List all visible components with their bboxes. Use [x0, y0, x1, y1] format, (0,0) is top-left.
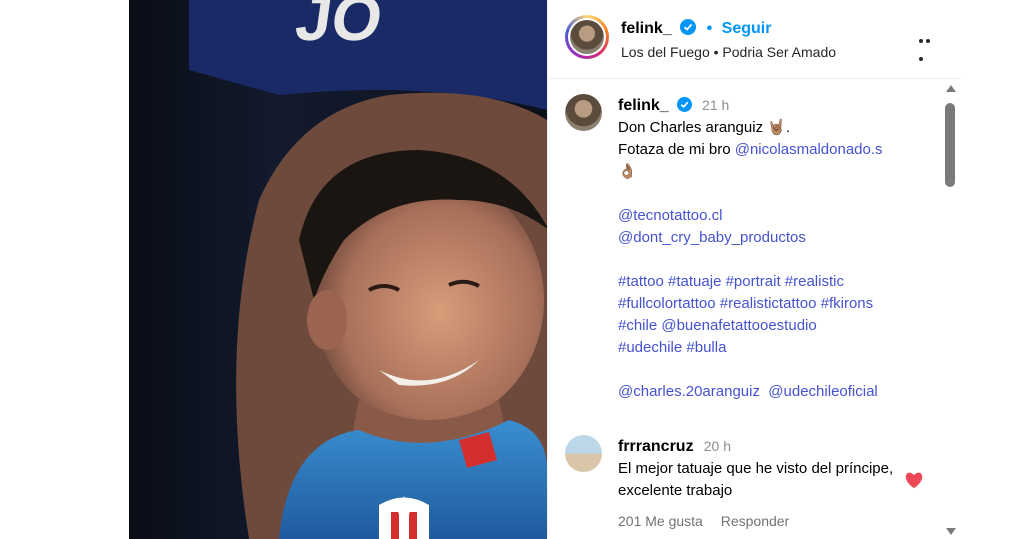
comments-scrollbar[interactable] [938, 80, 960, 539]
scroll-thumb[interactable] [945, 103, 955, 187]
caption-line-1: Don Charles aranguiz 🤘🏽. [618, 119, 791, 136]
tattoo-photo: JO [189, 0, 547, 539]
comment-username[interactable]: frrrancruz [618, 438, 694, 455]
caption-username[interactable]: felink_ [618, 97, 669, 114]
hashtag-line[interactable]: #tattoo #tatuaje #portrait #realistic [618, 271, 938, 293]
mention-link[interactable]: @nicolasmaldonado.s [735, 141, 883, 158]
scroll-down-arrow-icon[interactable] [946, 528, 956, 535]
mention-link[interactable]: @dont_cry_baby_productos [618, 227, 938, 249]
post-details-panel: felink_ • Seguir Los del Fuego • Podria … [547, 0, 961, 539]
verified-badge-icon [680, 19, 697, 35]
hashtag-line[interactable]: #chile @buenafetattooestudio [618, 315, 938, 337]
more-options-icon[interactable] [919, 30, 939, 61]
mention-link[interactable]: @tecnotattoo.cl [618, 205, 938, 227]
post-media[interactable]: JO [129, 0, 547, 539]
scroll-up-arrow-icon[interactable] [946, 85, 956, 92]
audio-track[interactable]: Los del Fuego • Podria Ser Amado [621, 44, 836, 60]
comment-avatar[interactable] [565, 435, 602, 472]
follow-button[interactable]: Seguir [722, 20, 772, 37]
heart-icon[interactable] [904, 471, 924, 489]
caption-line-2: Fotaza de mi bro [618, 141, 735, 158]
reply-button[interactable]: Responder [721, 513, 790, 529]
separator-dot: • [706, 20, 713, 37]
mention-line[interactable]: @charles.20aranguiz @udechileoficial [618, 381, 938, 403]
verified-badge-icon [676, 97, 692, 112]
author-avatar[interactable] [565, 15, 609, 59]
comment-time[interactable]: 20 h [704, 438, 731, 454]
comment-likes[interactable]: 201 Me gusta [618, 513, 703, 529]
hashtag-line[interactable]: #fullcolortattoo #realistictattoo #fkiro… [618, 293, 938, 315]
author-username[interactable]: felink_ [621, 20, 672, 37]
hashtag-line[interactable]: #udechile #bulla [618, 337, 938, 359]
svg-text:JO: JO [291, 0, 386, 54]
comment-text: El mejor tatuaje que he visto del prínci… [618, 460, 894, 499]
post-header: felink_ • Seguir Los del Fuego • Podria … [548, 0, 961, 79]
comments-section[interactable]: felink_ 21 h Don Charles aranguiz 🤘🏽. Fo… [548, 79, 961, 539]
caption-avatar[interactable] [565, 94, 602, 131]
caption-emoji: 👌🏽 [618, 163, 637, 180]
caption-time[interactable]: 21 h [702, 97, 729, 113]
